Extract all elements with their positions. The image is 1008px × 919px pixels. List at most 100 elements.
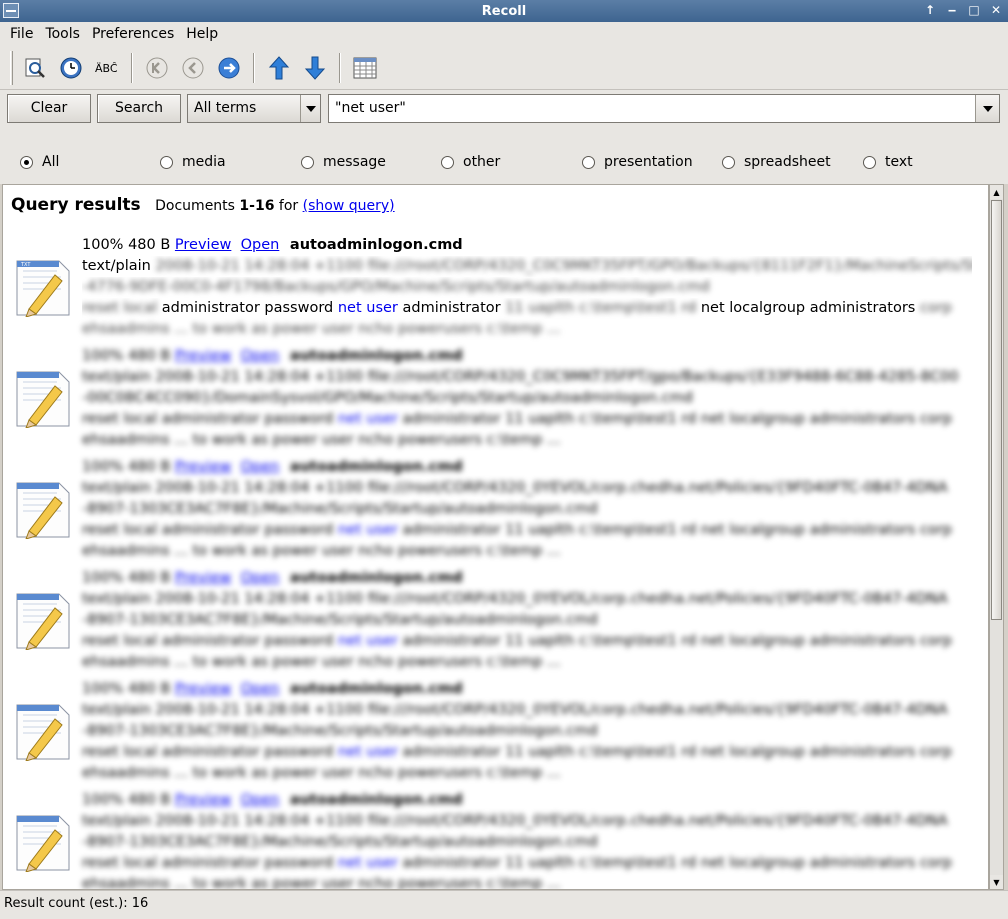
snippet-text: administrator password <box>161 300 334 316</box>
result-count-text: Result count (est.): 16 <box>4 896 149 911</box>
snippet-pre-redacted: reset local <box>82 300 158 316</box>
result-filename: autoadminlogon.cmd <box>289 459 463 475</box>
results-scrollbar[interactable]: ▲ ▼ <box>989 184 1004 890</box>
filter-text-label: text <box>885 154 913 170</box>
snippet-text: administrator 11 uaplth c:\temp\test1 rd… <box>402 855 952 871</box>
result-filename: autoadminlogon.cmd <box>289 237 463 253</box>
preview-link[interactable]: Preview <box>175 681 231 697</box>
show-query-link[interactable]: (show query) <box>303 198 395 214</box>
spelling-abc-icon[interactable]: ÄBĈ <box>91 52 123 84</box>
menu-file[interactable]: File <box>4 26 39 42</box>
title-bar: Recoll ↑ ‒ □ ✕ <box>0 0 1008 22</box>
query-search-tool-icon[interactable] <box>19 52 51 84</box>
sort-down-arrow-icon[interactable] <box>299 52 331 84</box>
history-dropdown-icon[interactable] <box>975 95 999 122</box>
result-path-redacted: -8907-1303CE3AC7F8E}/Machine/Scripts/Sta… <box>82 723 598 739</box>
result-path-redacted: -00C08C4CC090}/DomainSysvol/GPO/Machine/… <box>82 390 693 406</box>
preview-link[interactable]: Preview <box>175 237 231 253</box>
radio-icon <box>160 155 173 169</box>
snippet-text: reset local administrator password <box>82 855 334 871</box>
filter-spreadsheet-radio[interactable]: spreadsheet <box>722 154 831 170</box>
filter-message-radio[interactable]: message <box>301 154 386 170</box>
filter-all-radio[interactable]: All <box>20 154 59 170</box>
search-button[interactable]: Search <box>97 94 181 123</box>
open-link[interactable]: Open <box>241 570 280 586</box>
search-input[interactable]: "net user" <box>328 94 1000 123</box>
snippet-text: administrator <box>402 300 501 316</box>
close-icon[interactable]: ✕ <box>988 2 1004 19</box>
open-link[interactable]: Open <box>241 681 280 697</box>
text-file-icon <box>16 815 70 872</box>
result-filename: autoadminlogon.cmd <box>289 348 463 364</box>
window-menu-icon[interactable] <box>3 3 19 18</box>
result-body: 100% 480 B Preview Open autoadminlogon.c… <box>82 457 972 562</box>
result-meta-redacted: text/plain 2008-10-21 14:28:04 +1100 fil… <box>82 702 948 718</box>
history-clock-icon[interactable] <box>55 52 87 84</box>
filter-presentation-label: presentation <box>604 154 693 170</box>
first-page-icon[interactable] <box>141 52 173 84</box>
text-file-icon <box>16 704 70 761</box>
open-link[interactable]: Open <box>241 237 280 253</box>
preview-link[interactable]: Preview <box>175 348 231 364</box>
radio-icon <box>863 155 876 169</box>
search-input-value: "net user" <box>335 100 406 116</box>
result-item: 100% 480 B Preview Open autoadminlogon.c… <box>3 568 983 678</box>
open-link[interactable]: Open <box>241 348 280 364</box>
toolbar-separator <box>339 52 341 83</box>
open-link[interactable]: Open <box>241 459 280 475</box>
clear-button[interactable]: Clear <box>7 94 91 123</box>
svg-text:TXT: TXT <box>20 262 31 268</box>
next-page-icon[interactable] <box>213 52 245 84</box>
scroll-down-icon[interactable]: ▼ <box>990 875 1003 889</box>
spreadsheet-view-icon[interactable] <box>349 52 381 84</box>
menu-tools[interactable]: Tools <box>39 26 86 42</box>
result-mime: text/plain <box>82 258 151 274</box>
filter-all-label: All <box>42 154 60 170</box>
keep-above-icon[interactable]: ↑ <box>922 2 938 19</box>
result-meta-line: text/plain 2008-10-21 14:28:04 +1100 fil… <box>82 256 972 277</box>
window-title: Recoll <box>481 3 527 19</box>
search-mode-select[interactable]: All terms <box>187 94 321 123</box>
maximize-icon[interactable]: □ <box>966 2 982 19</box>
result-snippet-line-2: ehsaadmins ... to work as power user nch… <box>82 876 561 890</box>
radio-icon <box>441 155 454 169</box>
result-item: 100% 480 B Preview Open autoadminlogon.c… <box>3 679 983 789</box>
result-item: TXT 100% 480 B Preview Open autoadminlog… <box>3 235 983 345</box>
result-path-redacted: -4776-9DFE-00C0-4F1798/Backups/GPO/Machi… <box>82 279 710 295</box>
result-item: 100% 480 B Preview Open autoadminlogon.c… <box>3 346 983 456</box>
filter-other-radio[interactable]: other <box>441 154 500 170</box>
result-filename: autoadminlogon.cmd <box>289 681 463 697</box>
preview-link[interactable]: Preview <box>175 459 231 475</box>
filter-spreadsheet-label: spreadsheet <box>744 154 831 170</box>
result-meta-redacted: 2008-10-21 14:28:04 +1100 file:///root/C… <box>155 258 972 274</box>
results-header: Query results Documents 1-16 for (show q… <box>11 195 395 215</box>
filter-media-radio[interactable]: media <box>160 154 226 170</box>
snippet-highlight: net user <box>337 855 398 871</box>
docs-for: for <box>278 198 299 214</box>
chevron-down-icon[interactable] <box>300 95 320 122</box>
status-bar: Result count (est.): 16 <box>0 890 1008 919</box>
result-relevance: 100% 480 B <box>82 459 171 475</box>
minimize-icon[interactable]: ‒ <box>944 2 960 19</box>
menu-preferences[interactable]: Preferences <box>86 26 180 42</box>
result-snippet-line-2: ehsaadmins ... to work as power user nch… <box>82 654 561 670</box>
docs-prefix: Documents <box>155 198 235 214</box>
radio-icon <box>582 155 595 169</box>
preview-link[interactable]: Preview <box>175 570 231 586</box>
sort-up-arrow-icon[interactable] <box>263 52 295 84</box>
snippet-text: administrator 11 uaplth c:\temp\test1 rd… <box>402 633 952 649</box>
open-link[interactable]: Open <box>241 792 280 808</box>
toolbar-grip[interactable] <box>10 50 13 85</box>
result-snippet-line-2: ehsaadmins ... to work as power user nch… <box>82 432 561 448</box>
previous-page-icon[interactable] <box>177 52 209 84</box>
menu-help[interactable]: Help <box>180 26 224 42</box>
filter-text-radio[interactable]: text <box>863 154 913 170</box>
radio-icon <box>722 155 735 169</box>
scroll-up-icon[interactable]: ▲ <box>990 185 1003 199</box>
scroll-thumb[interactable] <box>991 200 1002 620</box>
preview-link[interactable]: Preview <box>175 792 231 808</box>
filter-other-label: other <box>463 154 501 170</box>
filter-presentation-radio[interactable]: presentation <box>582 154 693 170</box>
result-relevance: 100% 480 B <box>82 792 171 808</box>
snippet-text: net localgroup administrators <box>700 300 916 316</box>
